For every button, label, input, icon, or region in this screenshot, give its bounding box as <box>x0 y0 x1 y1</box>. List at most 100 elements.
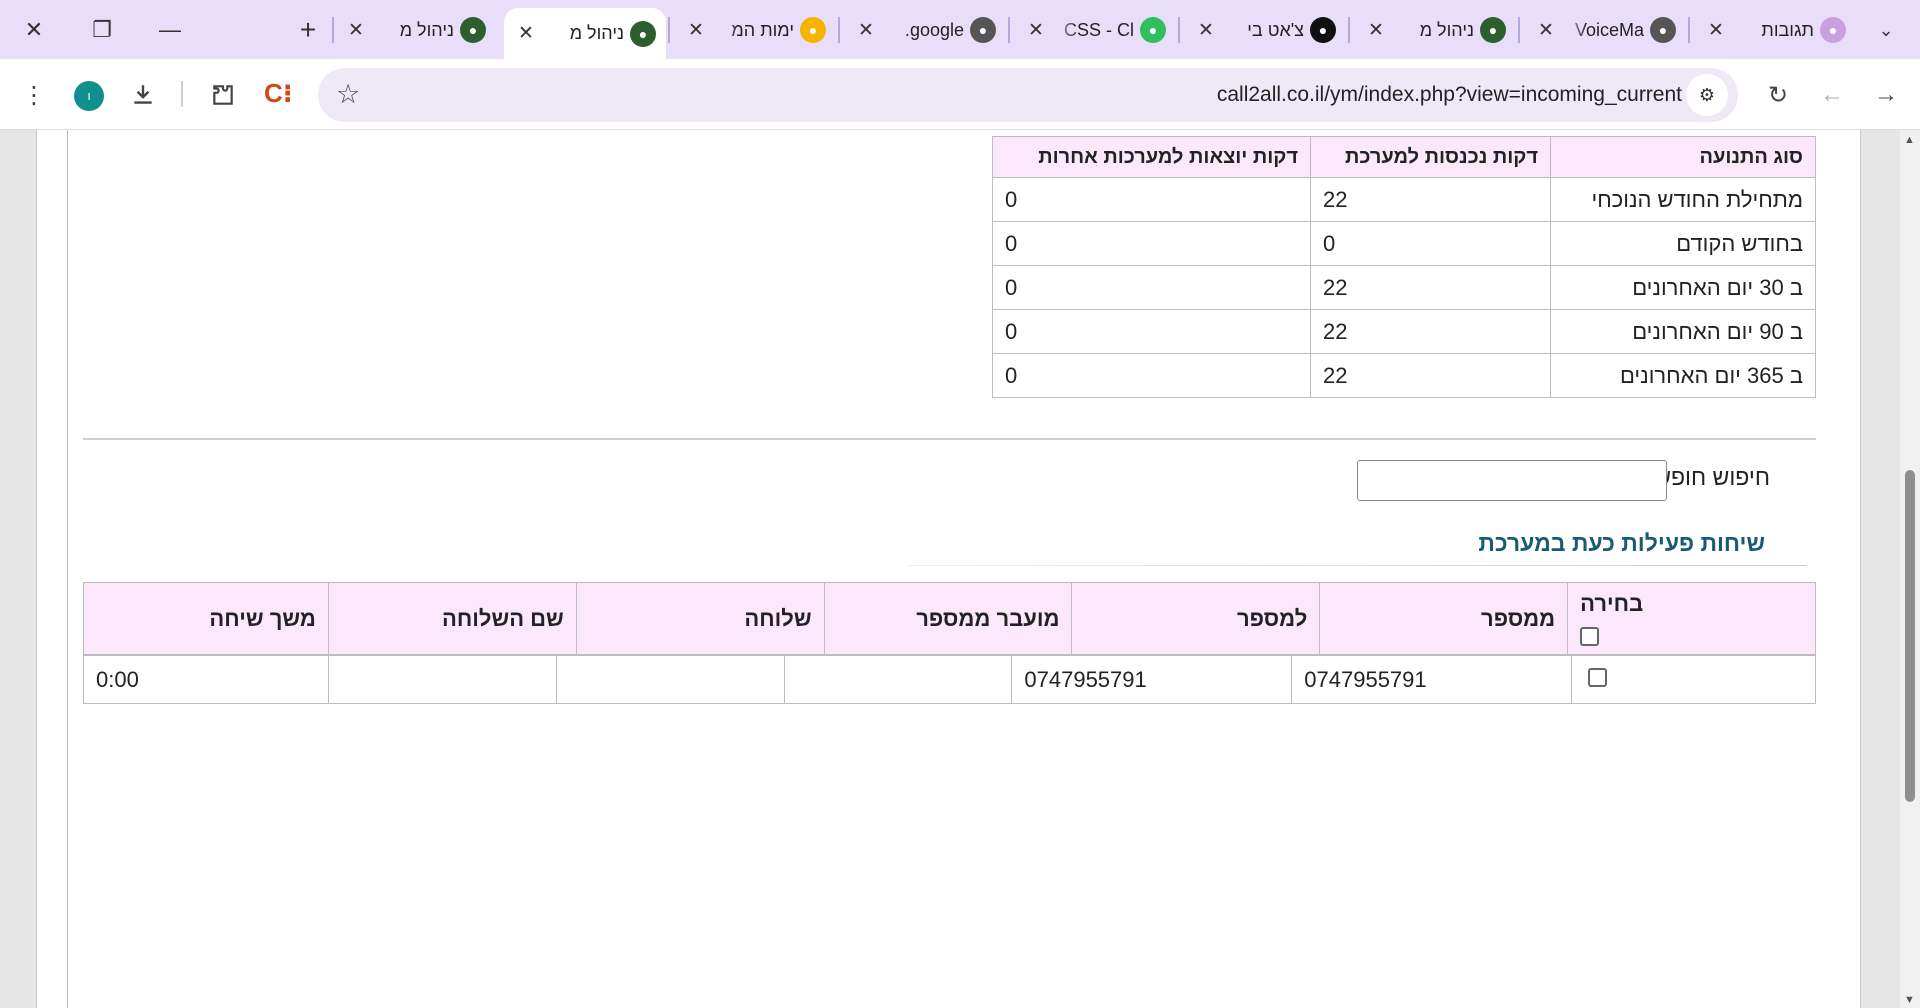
call-duration-cell: 0:00 <box>83 655 329 704</box>
call-extension-cell <box>555 655 785 704</box>
tab-close-icon[interactable]: ✕ <box>1534 19 1558 42</box>
summary-column-header: סוג התנועה <box>1550 136 1816 178</box>
yemot-logo-icon: ● <box>1480 17 1506 43</box>
browser-tab[interactable]: ✕ ניהול מ ● <box>1354 10 1516 50</box>
tab-close-icon[interactable]: ✕ <box>1364 19 1388 42</box>
divider <box>83 438 1816 440</box>
tab-close-icon[interactable]: ✕ <box>1194 19 1218 42</box>
summary-minutes-value: 0 <box>992 177 1311 222</box>
browser-tab[interactable]: ✕ ניהול מ ● <box>504 8 666 59</box>
summary-period-label: ב 90 יום האחרונים <box>1550 309 1816 354</box>
summary-period-label: ב 365 יום האחרונים <box>1550 353 1816 398</box>
globe-icon: ● <box>1650 17 1676 43</box>
summary-minutes-value: 0 <box>992 309 1311 354</box>
page-content: סוג התנועה דקות נכנסות למערכת דקות יוצאות … <box>36 130 1861 1008</box>
globe-icon: ● <box>970 17 996 43</box>
browser-tab[interactable]: ✕ תגובות ● <box>1694 10 1856 50</box>
openai-icon: ● <box>1310 17 1336 43</box>
scroll-up-icon[interactable]: ▲ <box>1904 134 1915 146</box>
summary-row: ב 365 יום האחרונים 22 0 <box>992 353 1816 398</box>
scrollbar-thumb[interactable] <box>1905 470 1915 802</box>
summary-period-label: בחודש הקודם <box>1550 221 1816 266</box>
tab-title: ניהול מ <box>569 23 624 43</box>
url-text[interactable]: call2all.co.il/ym/index.php?view=incomin… <box>1217 83 1682 107</box>
calls-header-label: מועבר ממספר <box>916 605 1060 631</box>
tab-close-icon[interactable]: ✕ <box>1704 19 1728 42</box>
summary-row: ב 90 יום האחרונים 22 0 <box>992 309 1816 354</box>
summary-minutes-value: 22 <box>1310 309 1551 354</box>
summary-row: בחודש הקודם 0 0 <box>992 221 1816 266</box>
active-calls-title: שיחות פעילות כעת במערכת <box>1478 530 1765 556</box>
summary-minutes-value: 0 <box>992 221 1311 266</box>
call-extension-name-cell <box>327 655 557 704</box>
scroll-down-icon[interactable]: ▼ <box>1904 994 1915 1006</box>
extensions-puzzle-icon[interactable] <box>201 73 245 117</box>
tab-search-icon[interactable]: ⌄ <box>1862 10 1910 50</box>
summary-row: מתחילת החודש הנוכחי 22 0 <box>992 177 1816 222</box>
tab-close-icon[interactable]: ✕ <box>854 19 878 42</box>
summary-column-header: דקות נכנסות למערכת <box>1310 136 1551 178</box>
tab-title: google. <box>904 19 964 40</box>
browser-tab[interactable]: ✕ ימות המ ● <box>674 10 836 50</box>
calls-header-label: שלוחה <box>744 605 812 631</box>
profile-avatar[interactable]: ו <box>74 81 104 111</box>
summary-minutes-value: 22 <box>1310 177 1551 222</box>
extension-c-icon[interactable]: C⁝ <box>264 78 293 109</box>
browser-tab[interactable]: ✕ VoiceMa ● <box>1524 10 1686 50</box>
select-all-checkbox[interactable] <box>1580 627 1600 646</box>
back-icon[interactable]: ← <box>1810 73 1854 117</box>
close-window-icon[interactable]: ✕ <box>10 10 58 50</box>
calls-column-header: בחירה <box>1567 582 1816 655</box>
forward-icon[interactable]: → <box>1864 73 1908 117</box>
page-viewport: סוג התנועה דקות נכנסות למערכת דקות יוצאות … <box>0 130 1920 1008</box>
site-settings-icon[interactable]: ⚙ <box>1686 74 1728 116</box>
menu-dots-icon[interactable]: ⋮ <box>12 73 56 117</box>
page-scrollbar[interactable]: ▲ ▼ <box>1900 130 1920 1008</box>
tab-title: ימות המ <box>731 19 794 40</box>
summary-period-label: מתחילת החודש הנוכחי <box>1550 177 1816 222</box>
summary-column-header: דקות יוצאות למערכות אחרות <box>992 136 1311 178</box>
tab-close-icon[interactable]: ✕ <box>684 19 708 42</box>
summary-minutes-value: 0 <box>1310 221 1551 266</box>
active-calls-table: 0747955791 0747955791 0:00 <box>83 655 1816 704</box>
browser-tab[interactable]: ✕ CSS - Cl ● <box>1014 10 1176 50</box>
calls-column-header: שם השלוחה <box>327 582 577 655</box>
reload-icon[interactable]: ↻ <box>1756 73 1800 117</box>
summary-minutes-value: 22 <box>1310 265 1551 310</box>
minimize-window-icon[interactable]: — <box>146 10 194 50</box>
calls-column-header: שלוחה <box>575 582 825 655</box>
summary-minutes-value: 22 <box>1310 353 1551 398</box>
row-select-checkbox[interactable] <box>1588 667 1608 687</box>
summary-row: ב 30 יום האחרונים 22 0 <box>992 265 1816 310</box>
new-tab-icon[interactable]: + <box>284 10 332 50</box>
chat-bubble-icon: ● <box>1140 17 1166 43</box>
tab-close-icon[interactable]: ✕ <box>1024 19 1048 42</box>
calls-header-label: למספר <box>1237 605 1308 631</box>
tab-title: VoiceMa <box>1574 19 1644 40</box>
tab-title: ניהול מ <box>1419 19 1474 40</box>
calls-header-label: ממספר <box>1481 605 1556 631</box>
active-calls-header: בחירה ממספר למספר מועבר ממספר שלוחה שם השלוחה… <box>83 582 1816 655</box>
call-from-cell: 0747955791 <box>1291 655 1573 704</box>
minutes-summary-table: סוג התנועה דקות נכנסות למערכת דקות יוצאות … <box>992 136 1816 398</box>
browser-toolbar: ⋮ ו C⁝ ☆ call2all.co.il/ym/index.php?vie… <box>0 59 1920 130</box>
tab-close-icon[interactable]: ✕ <box>344 19 368 42</box>
summary-minutes-value: 0 <box>992 353 1311 398</box>
calls-column-header: משך שיחה <box>83 582 329 655</box>
yemot-logo-icon: ● <box>460 17 486 43</box>
download-icon[interactable] <box>121 73 165 117</box>
tab-title: תגובות <box>1761 19 1814 40</box>
browser-tab[interactable]: ✕ ניהול מ ● <box>334 10 496 50</box>
browser-tab[interactable]: ✕ צ'אט בי ● <box>1184 10 1346 50</box>
bookmark-star-icon[interactable]: ☆ <box>336 79 360 110</box>
tab-title: צ'אט בי <box>1247 19 1304 40</box>
search-input[interactable] <box>1357 460 1667 501</box>
fox-yellow-icon: ● <box>1820 17 1846 43</box>
browser-tab[interactable]: ✕ google. ● <box>844 10 1006 50</box>
address-bar[interactable]: ☆ call2all.co.il/ym/index.php?view=incom… <box>318 68 1738 122</box>
restore-window-icon[interactable]: ❐ <box>78 10 126 50</box>
yemot-logo-icon: ● <box>630 20 656 47</box>
tab-strip: ✕ ❐ — + ✕ תגובות ● ✕ VoiceMa ● ✕ ניהול מ ● ✕ צ'אט … <box>0 0 1920 59</box>
table-row[interactable]: 0747955791 0747955791 0:00 <box>83 655 1816 704</box>
tab-close-icon[interactable]: ✕ <box>514 22 538 45</box>
